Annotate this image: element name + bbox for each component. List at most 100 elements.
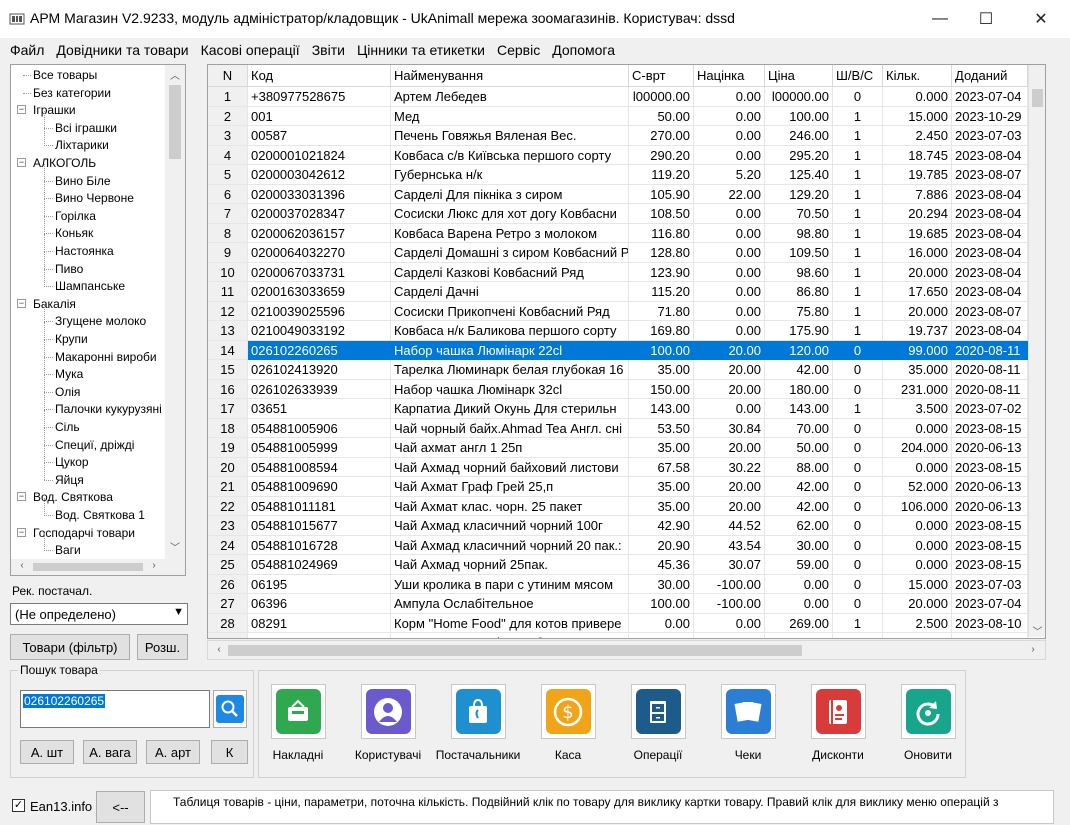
table-cell[interactable]: Набор чашка Люмінарк 22cl	[391, 340, 629, 360]
table-cell[interactable]: 20.294	[883, 204, 952, 224]
table-cell[interactable]: Чай Ахмат клас. чорн. 25 пакет	[391, 496, 629, 516]
row-number-cell[interactable]: 1	[208, 87, 248, 107]
close-button[interactable]: ✕	[1018, 0, 1064, 38]
table-cell[interactable]: 20.000	[883, 633, 952, 638]
table-cell[interactable]: 0	[833, 496, 883, 516]
tree-item[interactable]: Все товары	[33, 67, 98, 83]
menu-directories[interactable]: Довідники та товари	[50, 42, 194, 58]
table-cell[interactable]: 0.00	[694, 106, 765, 126]
table-cell[interactable]: 2023-07-04	[952, 87, 1028, 107]
table-cell[interactable]: 35.00	[629, 477, 694, 497]
row-number-cell[interactable]: 7	[208, 204, 248, 224]
toolbar-button[interactable]: Оновити	[898, 684, 958, 762]
table-cell[interactable]: 129.20	[765, 184, 833, 204]
tree-horizontal-scrollbar[interactable]: ‹ ›	[11, 559, 185, 575]
table-cell[interactable]: Апетитка для котів в соб	[391, 633, 629, 638]
table-cell[interactable]: 19.737	[883, 321, 952, 341]
row-number-cell[interactable]: 9	[208, 243, 248, 263]
tree-hscroll-thumb[interactable]	[33, 563, 143, 571]
table-cell[interactable]: Сарделі Для пікніка з сиром	[391, 184, 629, 204]
table-cell[interactable]: 42.00	[765, 496, 833, 516]
table-cell[interactable]: 0.00	[629, 613, 694, 633]
grid-scroll-thumb[interactable]	[1032, 89, 1043, 107]
table-cell[interactable]: Чай Ахмад чорний байховий листови	[391, 457, 629, 477]
tree-item[interactable]: Коньяк	[55, 225, 93, 241]
table-cell[interactable]: 35.00	[629, 496, 694, 516]
table-cell[interactable]: 7.886	[883, 184, 952, 204]
row-number-cell[interactable]: 29	[208, 633, 248, 638]
table-cell[interactable]: Чай чорный байх.Ahmad Tea Англ. сні	[391, 418, 629, 438]
tree-item[interactable]: Всі іграшки	[55, 120, 117, 136]
table-cell[interactable]: 0.00	[694, 633, 765, 638]
add-weight-button[interactable]: А. вага	[83, 740, 137, 764]
column-header[interactable]: Ш/В/С	[833, 65, 883, 87]
table-cell[interactable]: 0.00	[694, 613, 765, 633]
table-cell[interactable]: 30.07	[694, 555, 765, 575]
table-cell[interactable]: 0.00	[694, 321, 765, 341]
table-cell[interactable]: 0.000	[883, 535, 952, 555]
tree-expander-icon[interactable]: −	[17, 527, 26, 537]
table-cell[interactable]: 0.000	[883, 87, 952, 107]
table-cell[interactable]: 0200163033659	[248, 282, 391, 302]
tree-item[interactable]: Крупи	[55, 331, 88, 347]
row-number-cell[interactable]: 21	[208, 477, 248, 497]
tree-expander-icon[interactable]: −	[17, 158, 26, 167]
table-cell[interactable]: 67.58	[629, 457, 694, 477]
add-piece-button[interactable]: А. шт	[20, 740, 74, 764]
table-cell[interactable]: 2023-08-04	[952, 282, 1028, 302]
table-cell[interactable]: 1	[833, 321, 883, 341]
toolbar-button[interactable]: Чеки	[718, 684, 778, 762]
table-cell[interactable]: Ковбаса с/в Київська першого сорту	[391, 145, 629, 165]
table-cell[interactable]: 20.000	[883, 301, 952, 321]
table-cell[interactable]: 0	[833, 633, 883, 638]
table-cell[interactable]: 054881009690	[248, 477, 391, 497]
table-cell[interactable]: 59.00	[765, 555, 833, 575]
tree-item[interactable]: Пиво	[55, 261, 83, 277]
table-cell[interactable]: 20.000	[883, 594, 952, 614]
table-cell[interactable]: 42.00	[765, 477, 833, 497]
table-cell[interactable]: 1	[833, 262, 883, 282]
table-cell[interactable]: 2023-07-03	[952, 126, 1028, 146]
tree-item[interactable]: Вино Біле	[55, 173, 111, 189]
table-cell[interactable]: 88.00	[765, 457, 833, 477]
table-cell[interactable]: Карпатиа Дикий Окунь Для стерильн	[391, 399, 629, 419]
table-cell[interactable]: 1	[833, 301, 883, 321]
table-cell[interactable]: 2023-08-15	[952, 457, 1028, 477]
row-number-cell[interactable]: 8	[208, 223, 248, 243]
toolbar-tile[interactable]: $	[540, 684, 596, 739]
table-cell[interactable]: Набор чашка Люмінарк 32cl	[391, 379, 629, 399]
table-cell[interactable]: 1	[833, 145, 883, 165]
row-number-cell[interactable]: 18	[208, 418, 248, 438]
table-cell[interactable]: 1	[833, 613, 883, 633]
table-cell[interactable]: +380977528675	[248, 87, 391, 107]
table-cell[interactable]: 026102413920	[248, 360, 391, 380]
maximize-button[interactable]: ☐	[963, 0, 1009, 38]
toolbar-button[interactable]: Операції	[628, 684, 688, 762]
table-cell[interactable]: 2023-08-04	[952, 262, 1028, 282]
grid-hscroll-thumb[interactable]	[228, 645, 802, 656]
table-cell[interactable]: 0200001021824	[248, 145, 391, 165]
table-cell[interactable]: 2020-06-13	[952, 477, 1028, 497]
table-cell[interactable]: Губернська н/к	[391, 165, 629, 185]
row-number-cell[interactable]: 3	[208, 126, 248, 146]
tree-item[interactable]: Олія	[55, 384, 80, 400]
table-cell[interactable]: 15.000	[883, 106, 952, 126]
table-cell[interactable]: 19.785	[883, 165, 952, 185]
table-cell[interactable]: 2.450	[883, 126, 952, 146]
table-cell[interactable]: 054881011181	[248, 496, 391, 516]
table-cell[interactable]: 35.00	[629, 360, 694, 380]
tree-expander-icon[interactable]: −	[17, 492, 26, 502]
table-cell[interactable]: 0	[833, 379, 883, 399]
table-cell[interactable]: 2023-08-04	[952, 145, 1028, 165]
table-cell[interactable]: 054881005906	[248, 418, 391, 438]
table-cell[interactable]: 00587	[248, 126, 391, 146]
table-cell[interactable]: 246.00	[765, 126, 833, 146]
row-number-cell[interactable]: 5	[208, 165, 248, 185]
scroll-left-icon[interactable]: ‹	[15, 560, 29, 571]
table-cell[interactable]: 20.00	[694, 477, 765, 497]
minimize-button[interactable]: —	[917, 0, 963, 38]
table-cell[interactable]: 86.80	[765, 282, 833, 302]
table-cell[interactable]: 50.00	[765, 438, 833, 458]
table-cell[interactable]: 20.00	[694, 496, 765, 516]
table-cell[interactable]: 0.00	[629, 633, 694, 638]
